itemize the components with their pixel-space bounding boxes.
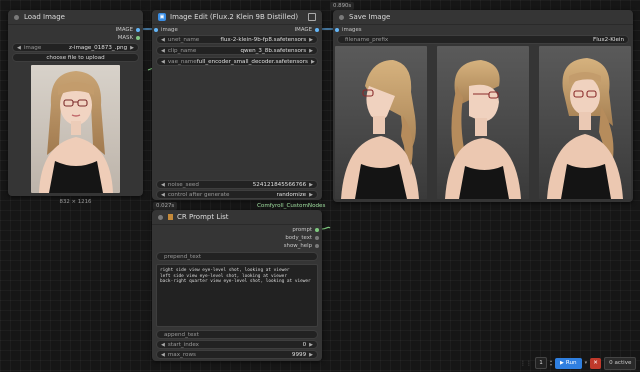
mask-output-dot[interactable] xyxy=(136,36,140,40)
node-collapse-dot[interactable] xyxy=(339,14,344,20)
image-input-dot[interactable] xyxy=(154,28,158,32)
prepend-text-field[interactable]: prepend_text xyxy=(156,252,318,261)
clip-name-widget[interactable]: ◀ clip_name qwen_3_8b.safetensors ▶ xyxy=(156,46,318,55)
execution-timer: 0.890s xyxy=(330,2,355,10)
image-edit-title: Image Edit (Flux.2 Klein 9B Distilled) xyxy=(170,13,299,21)
chevron-left-icon[interactable]: ◀ xyxy=(17,45,21,51)
chevron-left-icon[interactable]: ◀ xyxy=(161,342,165,348)
prompt-list-header[interactable]: CR Prompt List xyxy=(152,210,322,225)
expand-icon[interactable] xyxy=(308,13,316,21)
load-image-node[interactable]: Load Image IMAGE MASK ◀ image z-image_01… xyxy=(8,10,143,205)
preview-image xyxy=(31,65,120,193)
chevron-right-icon[interactable]: ▶ xyxy=(309,342,313,348)
prompt-output-dot[interactable] xyxy=(315,228,319,232)
prompt-list-title: CR Prompt List xyxy=(177,213,229,221)
unet-name-widget[interactable]: ◀ unet_name flux-2-klein-9b-fp8.safetens… xyxy=(156,35,318,44)
queue-status[interactable]: 0 active xyxy=(604,356,637,370)
save-image-title: Save Image xyxy=(349,13,391,21)
upload-button[interactable]: choose file to upload xyxy=(12,53,139,62)
input-image-slot[interactable]: image xyxy=(154,27,178,33)
output-image-2 xyxy=(437,46,529,199)
queue-toolbar: ⋮⋮ 1 ▴ ▾ ▶ Run ▾ ✕ 0 active xyxy=(520,356,637,370)
subgraph-icon: ▣ xyxy=(158,13,166,21)
save-image-node[interactable]: Save Image images filename_prefix Flux2-… xyxy=(333,10,633,202)
image-select-widget[interactable]: ◀ image z-image_01873_.png ▶ xyxy=(12,43,139,52)
image-edit-header[interactable]: ▣ Image Edit (Flux.2 Klein 9B Distilled) xyxy=(152,10,322,25)
run-options-chevron-icon[interactable]: ▾ xyxy=(585,360,588,366)
chevron-left-icon[interactable]: ◀ xyxy=(161,182,165,188)
chevron-left-icon[interactable]: ◀ xyxy=(161,192,165,198)
image-output-dot[interactable] xyxy=(315,28,319,32)
show-help-output-dot[interactable] xyxy=(315,244,319,248)
execution-timer: 0.027s xyxy=(153,202,178,210)
chevron-right-icon[interactable]: ▶ xyxy=(311,59,315,65)
chevron-left-icon[interactable]: ◀ xyxy=(161,37,165,43)
body-text-area[interactable]: right side view eye-level shot, looking … xyxy=(156,264,318,327)
vae-name-widget[interactable]: ◀ vae_name full_encoder_small_decoder.sa… xyxy=(156,57,318,66)
noise-seed-widget[interactable]: ◀ noise_seed 524121845566766 ▶ xyxy=(156,180,318,189)
append-text-field[interactable]: append_text xyxy=(156,330,318,339)
prompt-list-node[interactable]: CR Prompt List prompt body_text show_hel… xyxy=(152,210,322,361)
output-image-3 xyxy=(539,46,631,199)
batch-count-input[interactable]: 1 xyxy=(535,357,547,369)
chevron-right-icon[interactable]: ▶ xyxy=(309,182,313,188)
bookmark-icon xyxy=(168,214,173,220)
output-image-slot[interactable]: IMAGE xyxy=(116,27,140,33)
output-mask-slot[interactable]: MASK xyxy=(118,35,140,41)
chevron-right-icon[interactable]: ▶ xyxy=(309,192,313,198)
chevron-left-icon[interactable]: ◀ xyxy=(161,59,165,65)
chevron-right-icon[interactable]: ▶ xyxy=(130,45,134,51)
output-image-1 xyxy=(335,46,427,199)
chevron-left-icon[interactable]: ◀ xyxy=(161,352,165,358)
image-edit-node[interactable]: ▣ Image Edit (Flux.2 Klein 9B Distilled)… xyxy=(152,10,322,200)
play-icon: ▶ xyxy=(560,360,564,366)
output-image-slot[interactable]: IMAGE xyxy=(295,27,319,33)
save-image-header[interactable]: Save Image xyxy=(333,10,633,25)
chevron-right-icon[interactable]: ▶ xyxy=(309,352,313,358)
node-pack-badge: Comfyroll_CustomNodes xyxy=(257,203,326,209)
output-prompt-slot[interactable]: prompt xyxy=(292,227,319,233)
load-image-title: Load Image xyxy=(24,13,65,21)
drag-handle-icon[interactable]: ⋮⋮ xyxy=(520,360,532,367)
body-text-output-dot[interactable] xyxy=(315,236,319,240)
control-after-generate-widget[interactable]: ◀ control after generate randomize ▶ xyxy=(156,190,318,199)
chevron-right-icon[interactable]: ▶ xyxy=(309,48,313,54)
body-text-line: back-right quarter view eye-level shot, … xyxy=(160,279,311,285)
batch-stepper-icon[interactable]: ▴ ▾ xyxy=(550,359,552,367)
run-button[interactable]: ▶ Run xyxy=(555,357,582,369)
output-show-help-slot[interactable]: show_help xyxy=(284,243,319,249)
node-collapse-dot[interactable] xyxy=(14,14,19,20)
image-dimensions: 832 × 1216 xyxy=(59,199,92,205)
image-output-dot[interactable] xyxy=(136,28,140,32)
chevron-right-icon[interactable]: ▶ xyxy=(309,37,313,43)
chevron-left-icon[interactable]: ◀ xyxy=(161,48,165,54)
cancel-button[interactable]: ✕ xyxy=(590,357,602,369)
input-images-slot[interactable]: images xyxy=(335,27,362,33)
load-image-header[interactable]: Load Image xyxy=(8,10,143,25)
start-index-widget[interactable]: ◀ start_index 0 ▶ xyxy=(156,340,318,349)
images-input-dot[interactable] xyxy=(335,28,339,32)
max-rows-widget[interactable]: ◀ max_rows 9999 ▶ xyxy=(156,350,318,359)
output-body-text-slot[interactable]: body_text xyxy=(285,235,319,241)
filename-prefix-widget[interactable]: filename_prefix Flux2-Klein xyxy=(337,35,629,44)
node-collapse-dot[interactable] xyxy=(158,214,163,220)
